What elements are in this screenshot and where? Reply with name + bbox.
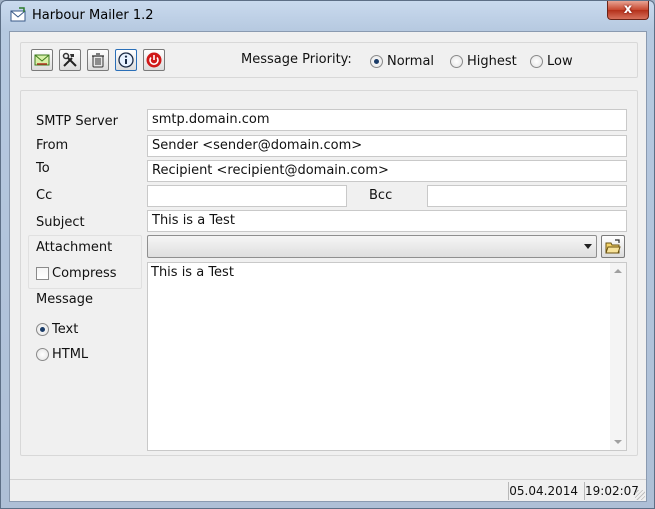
mail-form: SMTP Server smtp.domain.com From Sender …: [20, 90, 638, 456]
smtp-label: SMTP Server: [36, 114, 119, 129]
mail-app-icon: [10, 7, 26, 22]
from-input[interactable]: Sender <sender@domain.com>: [147, 135, 627, 157]
cc-label: Cc: [36, 188, 53, 203]
subject-label: Subject: [36, 215, 85, 230]
bcc-label: Bcc: [369, 188, 393, 203]
bcc-input[interactable]: [427, 185, 627, 207]
format-text-radio[interactable]: [36, 323, 49, 336]
from-label: From: [36, 138, 69, 153]
subject-input[interactable]: This is a Test: [147, 210, 627, 232]
scroll-down-icon[interactable]: [614, 440, 622, 444]
to-input[interactable]: Recipient <recipient@domain.com>: [147, 160, 627, 182]
close-button[interactable]: x: [607, 1, 649, 20]
exit-button[interactable]: [143, 49, 165, 71]
client-area: Message Priority: Normal Highest Low SMT…: [9, 31, 647, 502]
format-html-label[interactable]: HTML: [52, 347, 88, 362]
compress-checkbox[interactable]: [36, 267, 49, 280]
message-label: Message: [36, 292, 93, 307]
message-body-text: This is a Test: [151, 265, 234, 280]
chevron-down-icon[interactable]: [584, 244, 592, 249]
send-mail-icon: [34, 54, 50, 66]
message-body-textarea[interactable]: This is a Test: [147, 262, 627, 451]
folder-open-icon: [605, 239, 621, 254]
delete-button[interactable]: [87, 49, 109, 71]
attachment-label: Attachment: [36, 240, 113, 255]
status-time: 19:02:07: [584, 482, 642, 500]
priority-low-label[interactable]: Low: [547, 54, 573, 69]
smtp-server-input[interactable]: smtp.domain.com: [147, 109, 627, 131]
attachment-combo[interactable]: [147, 235, 597, 258]
cc-input[interactable]: [147, 185, 347, 207]
power-icon: [146, 52, 162, 68]
open-attachment-button[interactable]: [601, 235, 625, 258]
title-bar: Harbour Mailer 1.2 x: [1, 1, 654, 31]
trash-icon: [92, 53, 104, 68]
vertical-scrollbar[interactable]: [610, 263, 626, 450]
to-label: To: [36, 161, 50, 176]
settings-button[interactable]: [59, 49, 81, 71]
priority-label: Message Priority:: [241, 52, 352, 67]
compress-label[interactable]: Compress: [52, 266, 117, 281]
info-icon: [118, 52, 134, 68]
resize-grip-icon[interactable]: [635, 490, 645, 500]
priority-low-radio[interactable]: [530, 55, 543, 68]
priority-normal-label[interactable]: Normal: [387, 54, 434, 69]
format-html-radio[interactable]: [36, 348, 49, 361]
priority-normal-radio[interactable]: [370, 55, 383, 68]
window-title: Harbour Mailer 1.2: [32, 8, 154, 23]
scroll-up-icon[interactable]: [614, 269, 622, 273]
about-button[interactable]: [115, 49, 137, 71]
close-icon: x: [623, 2, 633, 17]
toolbar: Message Priority: Normal Highest Low: [20, 42, 638, 78]
priority-highest-radio[interactable]: [450, 55, 463, 68]
app-window: Harbour Mailer 1.2 x Message Priority: N…: [0, 0, 655, 509]
tools-icon: [62, 52, 77, 67]
send-button[interactable]: [31, 49, 53, 71]
priority-highest-label[interactable]: Highest: [467, 54, 517, 69]
status-date: 05.04.2014: [508, 482, 582, 500]
format-text-label[interactable]: Text: [52, 322, 78, 337]
status-bar: 05.04.2014 19:02:07: [10, 479, 646, 501]
